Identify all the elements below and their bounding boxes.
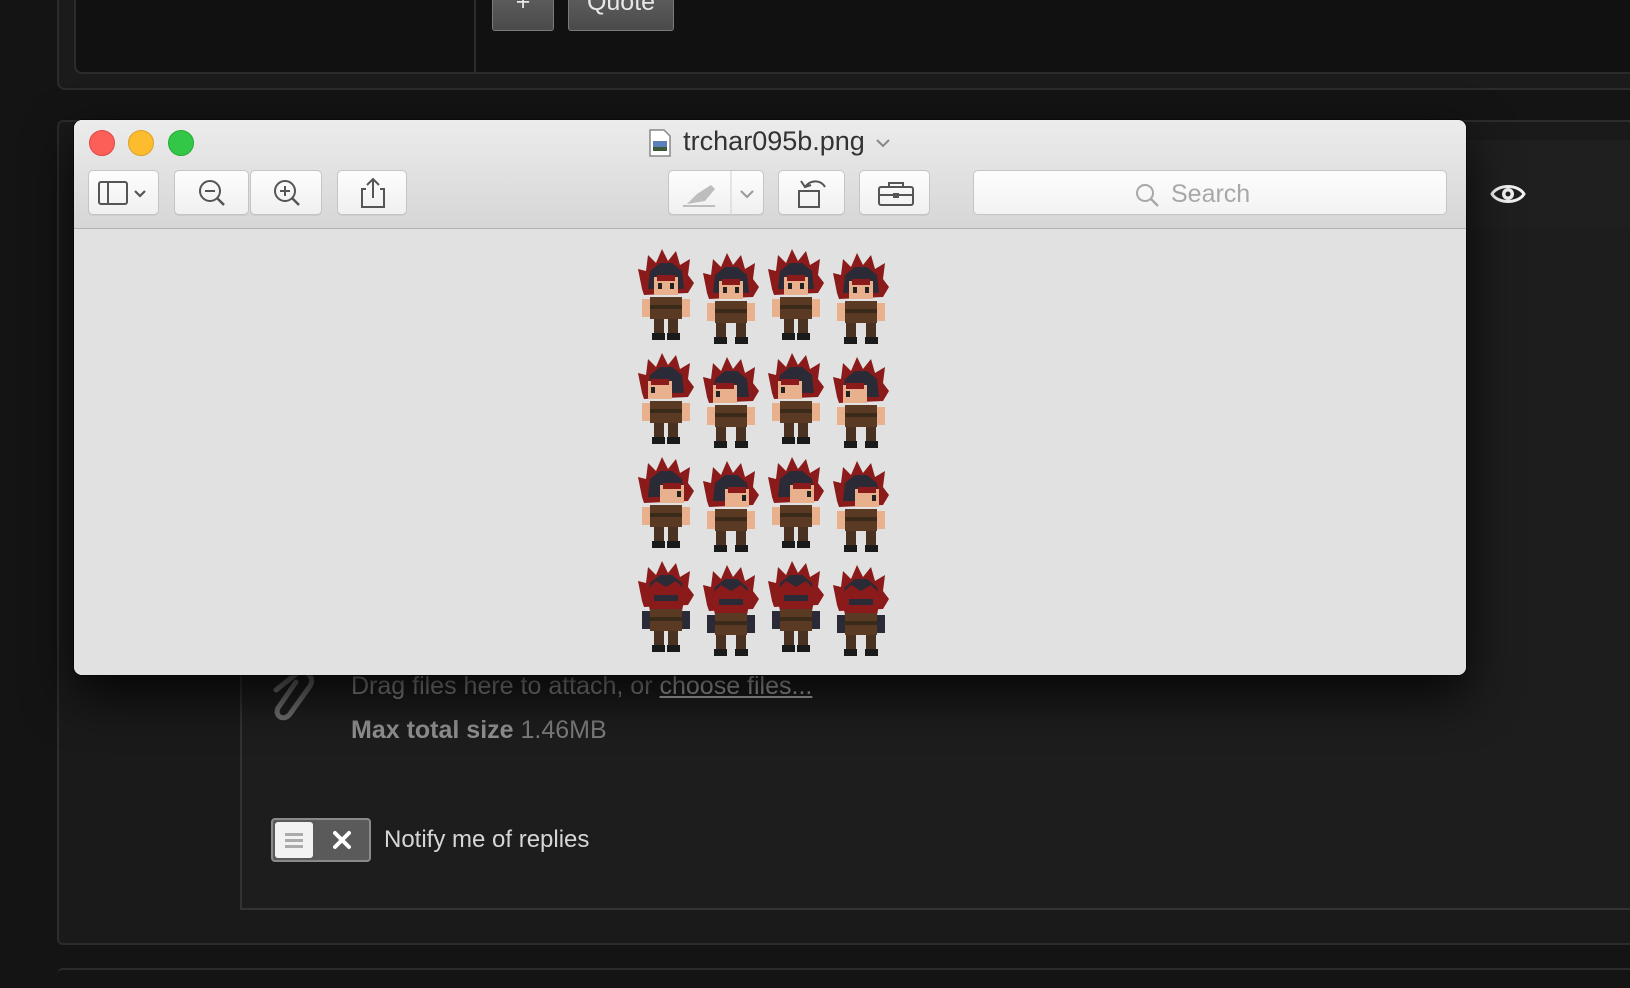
sidebar-icon [98,181,146,205]
pen-icon [683,171,754,216]
notify-toggle[interactable] [271,818,371,862]
sprite-left-3 [768,353,824,444]
quote-button[interactable]: Quote [568,0,674,31]
share-icon [361,177,385,208]
preview-window: trchar095b.png Search [74,120,1466,675]
sprite-front-1 [638,249,694,340]
search-icon [1136,184,1159,207]
toolbox-button[interactable] [859,170,930,215]
close-icon [333,831,351,849]
chevron-down-icon[interactable] [875,138,891,148]
rotate-icon [798,180,826,208]
max-size: Max total size 1.46MB [351,716,607,745]
sprite-right-3 [768,457,824,548]
max-size-label: Max total size [351,716,514,744]
sprite-right-1 [638,457,694,548]
markup-button[interactable] [668,170,764,216]
choose-files-link[interactable]: choose files... [660,672,813,700]
search-placeholder: Search [1171,180,1251,208]
toolbox-icon [878,182,914,206]
sprite-back-3 [768,561,824,652]
paperclip-icon [273,669,314,721]
window-title[interactable]: trchar095b.png [74,126,1466,157]
zoom-out-icon [199,180,225,206]
attach-instructions: Drag files here to attach, or choose fil… [351,672,812,701]
reply-toolbar: + Quote [476,0,1630,74]
file-name: trchar095b.png [683,126,865,156]
sprite-front-3 [768,249,824,340]
eye-icon[interactable] [1490,180,1526,208]
menu-lines-icon [285,833,303,848]
max-size-value: 1.46MB [520,716,607,744]
sprite-front-4 [833,253,889,344]
sprite-back-4 [833,565,889,656]
image-canvas [74,229,1466,675]
search-input[interactable]: Search [973,170,1447,215]
sprite-right-2 [703,461,759,552]
window-titlebar[interactable]: trchar095b.png Search [74,120,1466,229]
zoom-out-button[interactable] [174,170,249,215]
document-icon [649,129,671,157]
sidebar-button[interactable] [88,170,159,215]
divider [57,968,1630,988]
sprite-right-4 [833,461,889,552]
sprite-sheet-image [636,249,896,661]
sprite-back-1 [638,561,694,652]
sprite-left-2 [703,357,759,448]
notify-label: Notify me of replies [384,826,590,853]
reply-sidebar [74,0,476,74]
sprite-left-1 [638,353,694,444]
sprite-front-2 [703,253,759,344]
zoom-in-button[interactable] [250,170,322,215]
rotate-button[interactable] [778,170,845,215]
sprite-left-4 [833,357,889,448]
toggle-knob [275,822,313,858]
share-button[interactable] [337,170,407,215]
add-button[interactable]: + [492,0,554,31]
sprite-back-2 [703,565,759,656]
attach-text: Drag files here to attach, or [351,672,653,700]
zoom-in-icon [274,180,300,206]
